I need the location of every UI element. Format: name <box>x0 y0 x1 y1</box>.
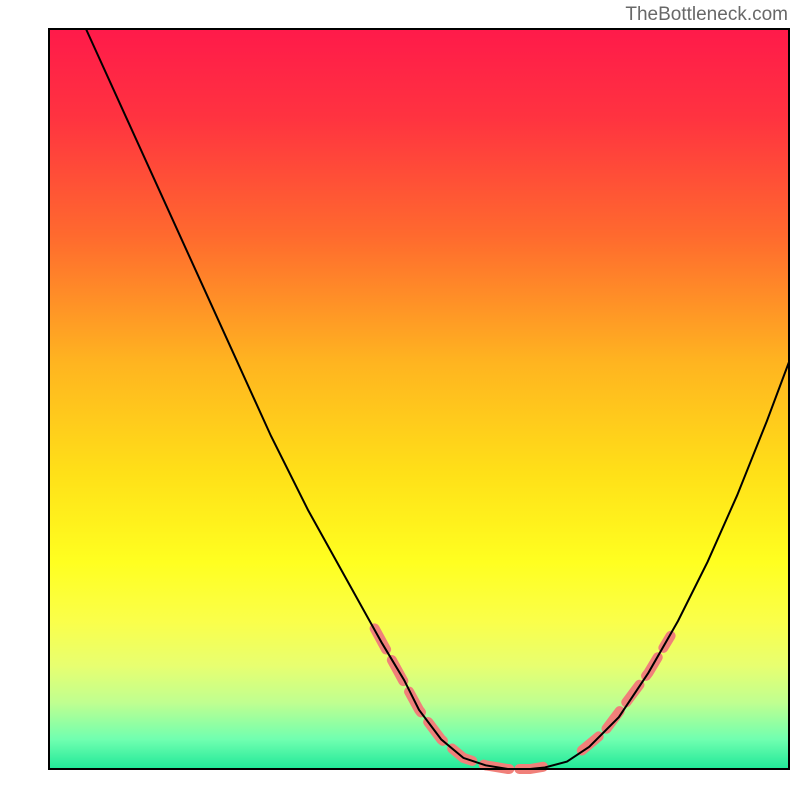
plot-background <box>49 29 789 769</box>
chart-container: TheBottleneck.com <box>0 0 800 800</box>
chart-svg <box>0 0 800 800</box>
watermark-text: TheBottleneck.com <box>625 4 788 26</box>
